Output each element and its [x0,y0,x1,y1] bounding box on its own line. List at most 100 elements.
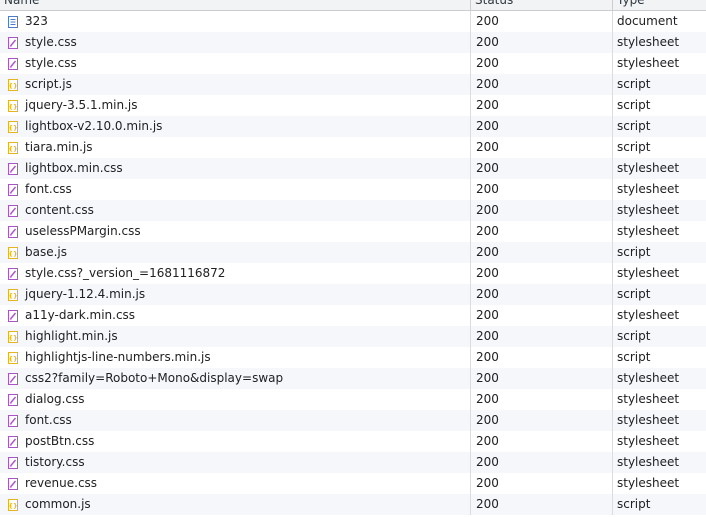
table-row[interactable]: {} highlightjs-line-numbers.min.js 200 scri… [0,347,706,368]
name-cell[interactable]: {} jquery-1.12.4.min.js [0,284,470,305]
type-cell: stylesheet [612,389,706,410]
status-cell: 200 [470,95,612,116]
file-name[interactable]: font.css [25,410,72,431]
table-row[interactable]: a11y-dark.min.css 200 stylesheet [0,305,706,326]
table-row[interactable]: style.css?_version_=1681116872 200 stylesh… [0,263,706,284]
column-header-type[interactable]: Type [612,0,706,10]
type-cell: script [612,326,706,347]
name-cell[interactable]: postBtn.css [0,431,470,452]
file-name[interactable]: lightbox-v2.10.0.min.js [25,116,162,137]
table-row[interactable]: lightbox.min.css 200 stylesheet [0,158,706,179]
script-icon: {} [8,246,18,259]
table-row[interactable]: {} base.js 200 script [0,242,706,263]
table-row[interactable]: {} lightbox-v2.10.0.min.js 200 script [0,116,706,137]
name-cell[interactable]: uselessPMargin.css [0,221,470,242]
type-cell: stylesheet [612,431,706,452]
name-cell[interactable]: {} base.js [0,242,470,263]
table-row[interactable]: style.css 200 stylesheet [0,53,706,74]
stylesheet-icon [8,267,18,280]
file-name[interactable]: font.css [25,179,72,200]
table-row[interactable]: postBtn.css 200 stylesheet [0,431,706,452]
type-cell: stylesheet [612,200,706,221]
name-cell[interactable]: a11y-dark.min.css [0,305,470,326]
column-header-name[interactable]: Name [0,0,470,10]
file-name[interactable]: highlight.min.js [25,326,118,347]
table-row[interactable]: {} script.js 200 script [0,74,706,95]
file-name[interactable]: highlightjs-line-numbers.min.js [25,347,211,368]
status-cell: 200 [470,263,612,284]
file-name[interactable]: uselessPMargin.css [25,221,141,242]
file-name[interactable]: jquery-3.5.1.min.js [25,95,137,116]
file-name[interactable]: jquery-1.12.4.min.js [25,284,145,305]
table-row[interactable]: css2?family=Roboto+Mono&display=swap 200 s… [0,368,706,389]
table-row[interactable]: {} jquery-3.5.1.min.js 200 script [0,95,706,116]
table-row[interactable]: font.css 200 stylesheet [0,410,706,431]
file-name[interactable]: dialog.css [25,389,85,410]
table-row[interactable]: tistory.css 200 stylesheet [0,452,706,473]
table-row[interactable]: 323 200 document [0,11,706,32]
table-row[interactable]: revenue.css 200 stylesheet [0,473,706,494]
type-cell: script [612,494,706,515]
status-cell: 200 [470,200,612,221]
name-cell[interactable]: {} script.js [0,74,470,95]
file-name[interactable]: tiara.min.js [25,137,93,158]
name-cell[interactable]: style.css?_version_=1681116872 [0,263,470,284]
file-name[interactable]: base.js [25,242,67,263]
status-cell: 200 [470,116,612,137]
stylesheet-icon [8,456,18,469]
table-row[interactable]: content.css 200 stylesheet [0,200,706,221]
name-cell[interactable]: {} lightbox-v2.10.0.min.js [0,116,470,137]
file-name[interactable]: revenue.css [25,473,97,494]
file-name[interactable]: css2?family=Roboto+Mono&display=swap [25,368,283,389]
name-cell[interactable]: {} common.js [0,494,470,515]
name-cell[interactable]: style.css [0,53,470,74]
type-cell: stylesheet [612,473,706,494]
table-row[interactable]: {} highlight.min.js 200 script [0,326,706,347]
table-row[interactable]: {} common.js 200 script [0,494,706,515]
file-name[interactable]: common.js [25,494,91,515]
name-cell[interactable]: style.css [0,32,470,53]
name-cell[interactable]: {} highlightjs-line-numbers.min.js [0,347,470,368]
table-row[interactable]: style.css 200 stylesheet [0,32,706,53]
file-name[interactable]: style.css [25,32,77,53]
file-name[interactable]: script.js [25,74,72,95]
file-name[interactable]: a11y-dark.min.css [25,305,135,326]
name-cell[interactable]: css2?family=Roboto+Mono&display=swap [0,368,470,389]
name-cell[interactable]: tistory.css [0,452,470,473]
file-name[interactable]: lightbox.min.css [25,158,123,179]
file-name[interactable]: style.css [25,53,77,74]
name-cell[interactable]: {} tiara.min.js [0,137,470,158]
name-cell[interactable]: lightbox.min.css [0,158,470,179]
table-row[interactable]: font.css 200 stylesheet [0,179,706,200]
name-cell[interactable]: {} highlight.min.js [0,326,470,347]
file-name[interactable]: tistory.css [25,452,85,473]
status-cell: 200 [470,179,612,200]
type-cell: stylesheet [612,368,706,389]
name-cell[interactable]: revenue.css [0,473,470,494]
type-cell: stylesheet [612,263,706,284]
file-name[interactable]: content.css [25,200,94,221]
stylesheet-icon [8,36,18,49]
table-row[interactable]: {} jquery-1.12.4.min.js 200 script [0,284,706,305]
name-cell[interactable]: dialog.css [0,389,470,410]
status-cell: 200 [470,221,612,242]
name-cell[interactable]: 323 [0,11,470,32]
name-cell[interactable]: {} jquery-3.5.1.min.js [0,95,470,116]
type-cell: script [612,284,706,305]
svg-text:{}: {} [8,355,17,363]
name-cell[interactable]: content.css [0,200,470,221]
file-name[interactable]: style.css?_version_=1681116872 [25,263,225,284]
status-cell: 200 [470,242,612,263]
file-name[interactable]: 323 [25,11,48,32]
name-cell[interactable]: font.css [0,179,470,200]
type-cell: stylesheet [612,179,706,200]
name-cell[interactable]: font.css [0,410,470,431]
column-header-status[interactable]: Status [470,0,612,10]
status-cell: 200 [470,347,612,368]
script-icon: {} [8,330,18,343]
table-row[interactable]: uselessPMargin.css 200 stylesheet [0,221,706,242]
svg-text:{}: {} [8,82,17,90]
table-row[interactable]: dialog.css 200 stylesheet [0,389,706,410]
table-row[interactable]: {} tiara.min.js 200 script [0,137,706,158]
file-name[interactable]: postBtn.css [25,431,94,452]
